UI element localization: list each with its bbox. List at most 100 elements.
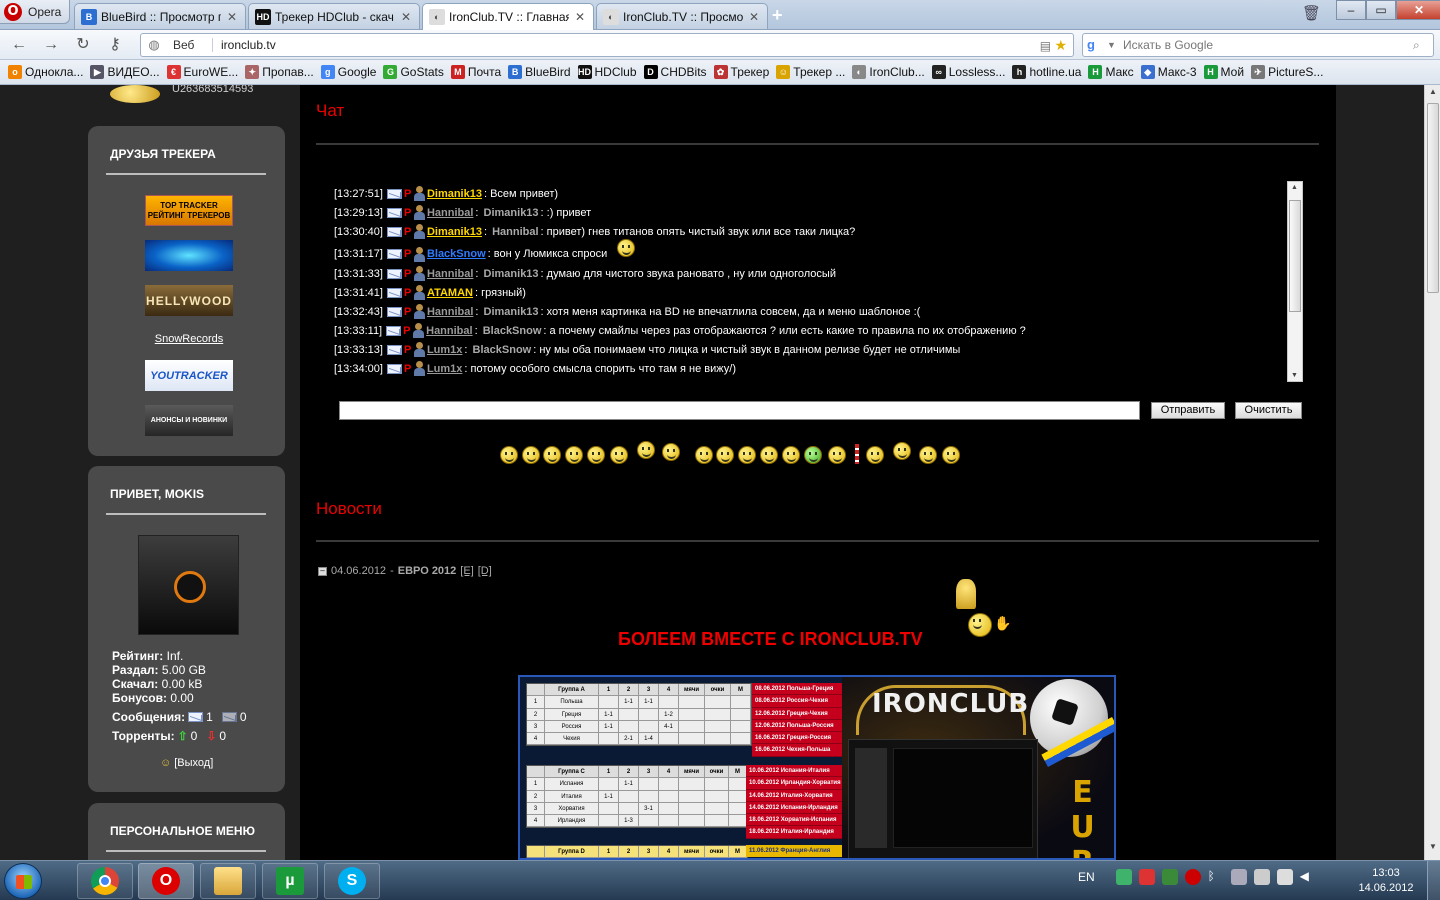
bookmark-item[interactable]: ◐ IronClub... — [852, 65, 925, 79]
chat-nick[interactable]: Dimanik13 — [427, 226, 482, 238]
bookmark-item[interactable]: B BlueBird — [508, 65, 571, 79]
tray-app-icon[interactable] — [1230, 869, 1247, 885]
bookmark-item[interactable]: € EuroWE... — [166, 65, 238, 79]
network-icon[interactable] — [1276, 869, 1293, 885]
messages-old-count[interactable]: 0 — [240, 710, 247, 724]
url-field[interactable]: ironclub.tv — [213, 38, 1023, 52]
smiley-icon[interactable] — [695, 446, 713, 464]
logout-link[interactable]: ☺ [Выход] — [160, 757, 213, 769]
bookmark-item[interactable]: M Почта — [450, 65, 501, 79]
messages-new-count[interactable]: 1 — [206, 710, 213, 724]
bookmark-item[interactable]: ✿ Трекер — [713, 65, 769, 79]
forward-button[interactable]: → — [40, 34, 62, 56]
bookmark-item[interactable]: ▶ ВИДЕО... — [90, 65, 160, 79]
bluetooth-icon[interactable]: ᛒ — [1208, 869, 1224, 885]
chat-nick[interactable]: Hannibal — [426, 325, 472, 337]
clock[interactable]: 13:03 14.06.2012 — [1356, 866, 1416, 896]
chat-target[interactable]: Dimanik13 — [484, 306, 539, 318]
smiley-icon[interactable] — [637, 441, 655, 459]
smiley-icon[interactable] — [760, 446, 778, 464]
private-message-icon[interactable] — [386, 207, 402, 218]
smiley-icon[interactable] — [543, 446, 561, 464]
reply-icon[interactable]: P — [404, 188, 412, 200]
torrents-down-count[interactable]: 0 — [219, 729, 226, 743]
announces-banner[interactable]: АНОНСЫ И НОВИНКИ — [145, 405, 233, 436]
chat-nick[interactable]: Dimanik13 — [427, 188, 482, 200]
chat-nick[interactable]: Hannibal — [427, 306, 473, 318]
chat-nick[interactable]: ATAMAN — [427, 287, 473, 299]
chat-nick[interactable]: Lum1x — [427, 363, 462, 375]
page-scroll-thumb[interactable] — [1427, 103, 1439, 293]
reply-icon[interactable]: P — [404, 226, 412, 238]
scroll-down-icon[interactable]: ▼ — [1425, 842, 1440, 858]
window-close-button[interactable]: ✕ — [1396, 0, 1440, 20]
edit-link[interactable]: [E] — [460, 565, 473, 577]
smiley-icon[interactable] — [828, 446, 846, 464]
search-input[interactable]: Искать в Google — [1119, 38, 1413, 52]
scroll-up-icon[interactable]: ▲ — [1425, 87, 1440, 103]
smiley-icon[interactable] — [716, 446, 734, 464]
reply-icon[interactable]: P — [403, 325, 411, 337]
bookmark-item[interactable]: h hotline.ua — [1012, 65, 1081, 79]
smiley-icon[interactable] — [919, 446, 937, 464]
reply-icon[interactable]: P — [404, 363, 412, 375]
taskbar-explorer[interactable] — [200, 863, 256, 899]
close-tab-icon[interactable]: ✕ — [747, 10, 761, 24]
hellywood-banner[interactable]: HELLYWOOD — [145, 285, 233, 316]
taskbar-opera[interactable]: O — [138, 863, 194, 899]
send-button[interactable]: Отправить — [1151, 402, 1225, 419]
key-icon[interactable]: ⚷ — [104, 34, 126, 56]
taskbar-chrome[interactable] — [77, 863, 133, 899]
close-tab-icon[interactable]: ✕ — [399, 10, 413, 24]
reply-icon[interactable]: P — [404, 248, 412, 260]
torrents-up-count[interactable]: 0 — [191, 729, 198, 743]
minimize-button[interactable]: – — [1336, 0, 1366, 20]
smiley-icon[interactable] — [522, 446, 540, 464]
chevron-down-icon[interactable]: ▼ — [1107, 40, 1119, 50]
scroll-up-icon[interactable]: ▲ — [1291, 184, 1298, 191]
private-message-icon[interactable] — [386, 363, 402, 374]
private-message-icon[interactable] — [386, 344, 402, 355]
opera-tray-icon[interactable] — [1184, 869, 1201, 885]
tab-ironclub-view[interactable]: ◐ IronClub.TV :: Просмо... ✕ — [596, 3, 768, 29]
reply-icon[interactable]: P — [404, 207, 412, 219]
smiley-icon[interactable] — [500, 446, 518, 464]
toptracker-banner[interactable]: TOP TRACKER РЕЙТИНГ ТРЕКЕРОВ — [145, 195, 233, 226]
private-message-icon[interactable] — [386, 188, 402, 199]
maximize-button[interactable]: ▭ — [1366, 0, 1396, 20]
chat-input[interactable] — [339, 401, 1140, 420]
clear-button[interactable]: Очистить — [1235, 402, 1302, 419]
bookmark-item[interactable]: G GoStats — [383, 65, 444, 79]
smiley-icon[interactable] — [610, 446, 628, 464]
opera-menu-button[interactable]: O Opera — [0, 0, 70, 24]
smiley-sick-icon[interactable] — [804, 446, 822, 464]
chat-target[interactable]: Dimanik13 — [484, 268, 539, 280]
delete-link[interactable]: [D] — [478, 565, 492, 577]
chat-nick[interactable]: BlackSnow — [427, 248, 486, 260]
bookmark-item[interactable]: g Google — [320, 65, 376, 79]
bookmark-item[interactable]: H Макс — [1088, 65, 1134, 79]
bookmark-item[interactable]: ∞ Lossless... — [931, 65, 1005, 79]
chat-scroll-thumb[interactable] — [1289, 200, 1301, 312]
reply-icon[interactable]: P — [404, 268, 412, 280]
chat-target[interactable]: BlackSnow — [483, 325, 542, 337]
mail-new-icon[interactable] — [188, 712, 204, 722]
chat-target[interactable]: BlackSnow — [473, 344, 532, 356]
tab-hdclub[interactable]: HD Трекер HDClub - скач... ✕ — [248, 3, 420, 29]
bookmark-item[interactable]: o Однокла... — [8, 65, 83, 79]
address-bar[interactable]: ◍ Веб ironclub.tv ▤ ★ — [140, 33, 1074, 57]
smiley-icon[interactable] — [866, 446, 884, 464]
logout-label[interactable]: [Выход] — [174, 757, 213, 769]
tray-app-icon[interactable] — [1161, 869, 1178, 885]
chat-nick[interactable]: Hannibal — [427, 207, 473, 219]
private-message-icon[interactable] — [386, 287, 402, 298]
avatar[interactable] — [138, 535, 239, 635]
reload-button[interactable]: ↻ — [72, 34, 94, 56]
new-tab-button[interactable]: + — [772, 5, 783, 26]
bookmark-item[interactable]: ✦ Пропав... — [245, 65, 314, 79]
usb-icon[interactable] — [1253, 869, 1270, 885]
private-message-icon[interactable] — [386, 249, 402, 259]
snowrecords-link[interactable]: SnowRecords — [154, 330, 224, 348]
reply-icon[interactable]: P — [404, 344, 412, 356]
smiley-icon[interactable] — [782, 446, 800, 464]
